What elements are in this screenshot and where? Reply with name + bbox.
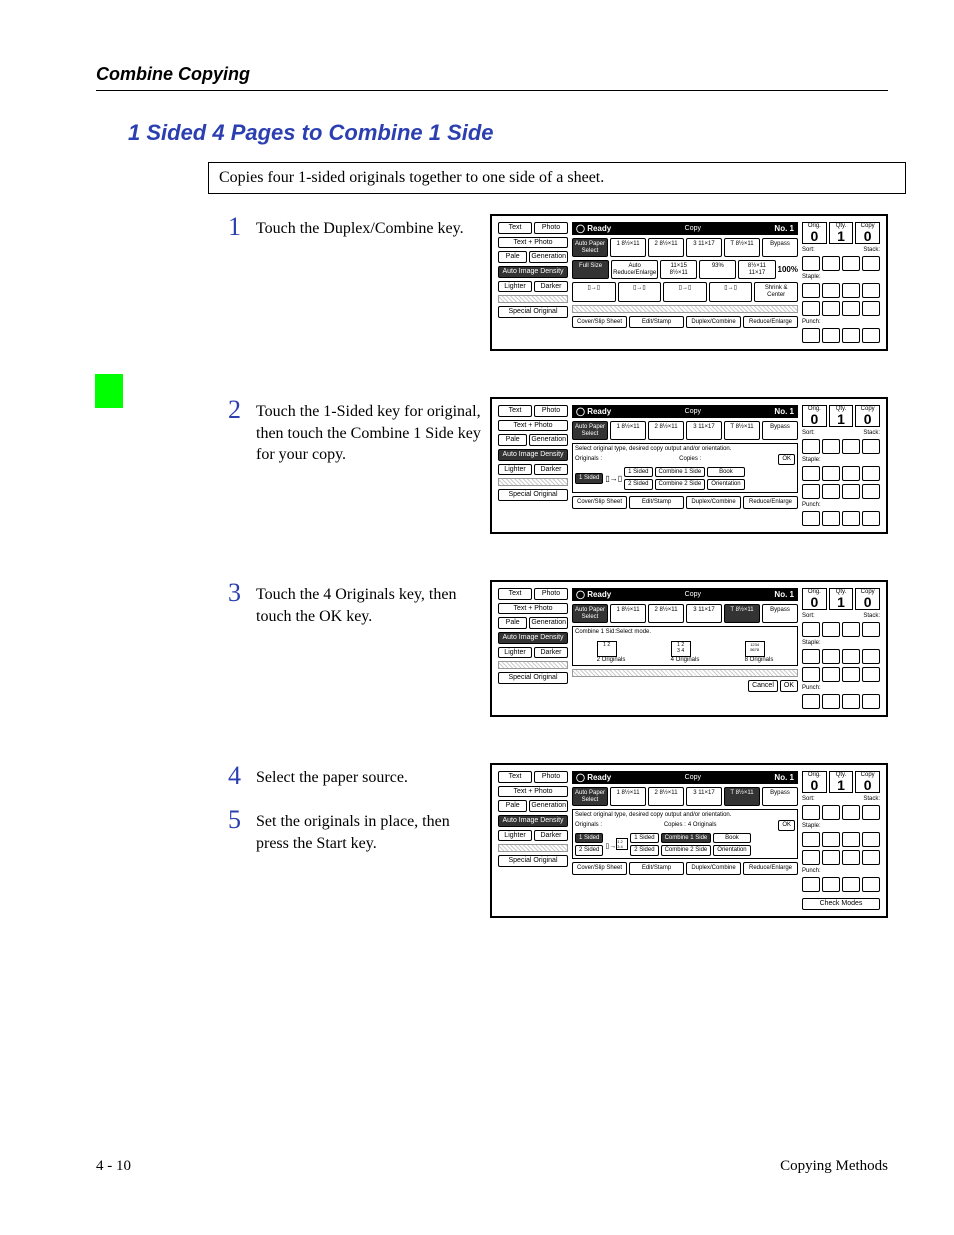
full-size-button[interactable]: Full Size	[572, 260, 609, 279]
mode-label: Copy	[685, 225, 701, 232]
combine-2side[interactable]: Combine 2 Side	[655, 479, 706, 490]
staple-icon[interactable]	[802, 283, 820, 298]
orig-1sided[interactable]: 1 Sided	[575, 473, 603, 484]
lighter-button[interactable]: Lighter	[498, 281, 532, 293]
dup-icon-3[interactable]: ▯→▯	[663, 282, 707, 301]
sort-icon[interactable]	[802, 256, 820, 271]
ready-label: Ready	[587, 224, 611, 233]
step-number: 2	[228, 397, 256, 466]
auto-reduce-button[interactable]: Auto Reduce/Enlarge	[611, 260, 658, 279]
book-button[interactable]: Book	[707, 467, 744, 478]
step-number: 1	[228, 214, 256, 240]
orig-2sided[interactable]: 2 Sided	[575, 845, 603, 856]
sort-icon-2[interactable]	[822, 256, 840, 271]
text-button[interactable]: Text	[498, 222, 532, 234]
tab-edit[interactable]: Edit/Stamp	[629, 316, 684, 329]
stack-icon-2[interactable]	[862, 256, 880, 271]
tray-3[interactable]: 3 11×17	[686, 238, 722, 257]
generation-button[interactable]: Generation	[529, 251, 568, 263]
darker-button[interactable]: Darker	[534, 281, 568, 293]
step-text: Touch the 1-Sided key for original, then…	[256, 397, 486, 466]
footer-chapter: Copying Methods	[780, 1158, 888, 1175]
pale-button[interactable]: Pale	[498, 251, 527, 263]
step-text: Touch the Duplex/Combine key.	[256, 214, 486, 240]
chapter-tab-marker	[95, 374, 123, 408]
opt-8orig[interactable]: 8 Originals	[745, 657, 774, 663]
auto-paper-button[interactable]: Auto Paper Select	[572, 238, 608, 257]
screenshot-1: TextPhoto Text + Photo PaleGeneration Au…	[490, 214, 888, 351]
combine-1side[interactable]: Combine 1 Side	[661, 833, 712, 844]
page-header-title: Combine Copying	[96, 64, 250, 85]
photo-button[interactable]: Photo	[534, 222, 568, 234]
bypass[interactable]: Bypass	[762, 238, 798, 257]
dup-icon-2[interactable]: ▯→▯	[618, 282, 662, 301]
orig-1sided[interactable]: 1 Sided	[575, 833, 603, 844]
step-4-5: 4 Select the paper source. 5 Set the ori…	[228, 763, 888, 918]
ratio-preset-a[interactable]: 11×15 8½×11	[660, 260, 697, 279]
prompt-text: Select original type, desired copy outpu…	[575, 446, 795, 452]
ratio-100: 100%	[778, 265, 798, 274]
dup-icon-4[interactable]: ▯→▯	[709, 282, 753, 301]
tab-duplex[interactable]: Duplex/Combine	[686, 316, 741, 329]
step-number: 4	[228, 763, 256, 789]
text-photo-button[interactable]: Text + Photo	[498, 237, 568, 249]
screenshot-3: TextPhoto Text + Photo PaleGeneration Au…	[490, 580, 888, 717]
check-modes-button[interactable]: Check Modes	[802, 898, 880, 910]
combine-1side[interactable]: Combine 1 Side	[655, 467, 706, 478]
step-text: Touch the 4 Originals key, then touch th…	[256, 580, 486, 627]
tray-1[interactable]: 1 8½×11	[610, 238, 646, 257]
ratio-preset-b[interactable]: 8½×11 11×17	[738, 260, 775, 279]
opt-4orig[interactable]: 4 Originals	[671, 657, 700, 663]
ratio-pct[interactable]: 93%	[699, 260, 736, 279]
ok-button[interactable]: OK	[780, 680, 798, 692]
ok-button[interactable]: OK	[778, 454, 795, 465]
tray-2[interactable]: 2 8½×11	[648, 238, 684, 257]
copy-2sided[interactable]: 2 Sided	[624, 479, 652, 490]
step-number: 5	[228, 807, 256, 854]
header-rule	[96, 90, 888, 91]
tray-t[interactable]: T 8½×11	[724, 238, 760, 257]
step-text: Set the originals in place, then press t…	[256, 807, 486, 854]
punch-icon[interactable]	[802, 328, 820, 343]
step-number: 3	[228, 580, 256, 627]
step-3: 3 Touch the 4 Originals key, then touch …	[228, 580, 888, 717]
prompt-text: Combine 1 Sid:Select mode.	[575, 629, 795, 635]
tab-cover[interactable]: Cover/Slip Sheet	[572, 316, 627, 329]
step-text: Select the paper source.	[256, 763, 486, 789]
copy-1sided[interactable]: 1 Sided	[624, 467, 652, 478]
opt-2orig[interactable]: 2 Originals	[597, 657, 626, 663]
orientation-button[interactable]: Orientation	[707, 479, 744, 490]
step-1: 1 Touch the Duplex/Combine key. TextPhot…	[228, 214, 888, 351]
cancel-button[interactable]: Cancel	[748, 680, 778, 692]
job-no: No. 1	[774, 224, 794, 233]
section-title: 1 Sided 4 Pages to Combine 1 Side	[128, 120, 494, 146]
auto-density-button[interactable]: Auto Image Density	[498, 266, 568, 278]
dup-icon-1[interactable]: ▯→▯	[572, 282, 616, 301]
intro-box: Copies four 1-sided originals together t…	[208, 162, 906, 194]
prompt-text: Select original type, desired copy outpu…	[575, 812, 795, 818]
step-2: 2 Touch the 1-Sided key for original, th…	[228, 397, 888, 534]
stack-icon[interactable]	[842, 256, 860, 271]
special-original-button[interactable]: Special Original	[498, 306, 568, 318]
page-number: 4 - 10	[96, 1158, 131, 1175]
ok-button[interactable]: OK	[778, 820, 795, 831]
screenshot-4: TextPhoto Text + Photo PaleGeneration Au…	[490, 763, 888, 918]
shrink-center-button[interactable]: Shrink & Center	[754, 282, 798, 301]
screenshot-2: TextPhoto Text + Photo PaleGeneration Au…	[490, 397, 888, 534]
tab-reduce[interactable]: Reduce/Enlarge	[743, 316, 798, 329]
